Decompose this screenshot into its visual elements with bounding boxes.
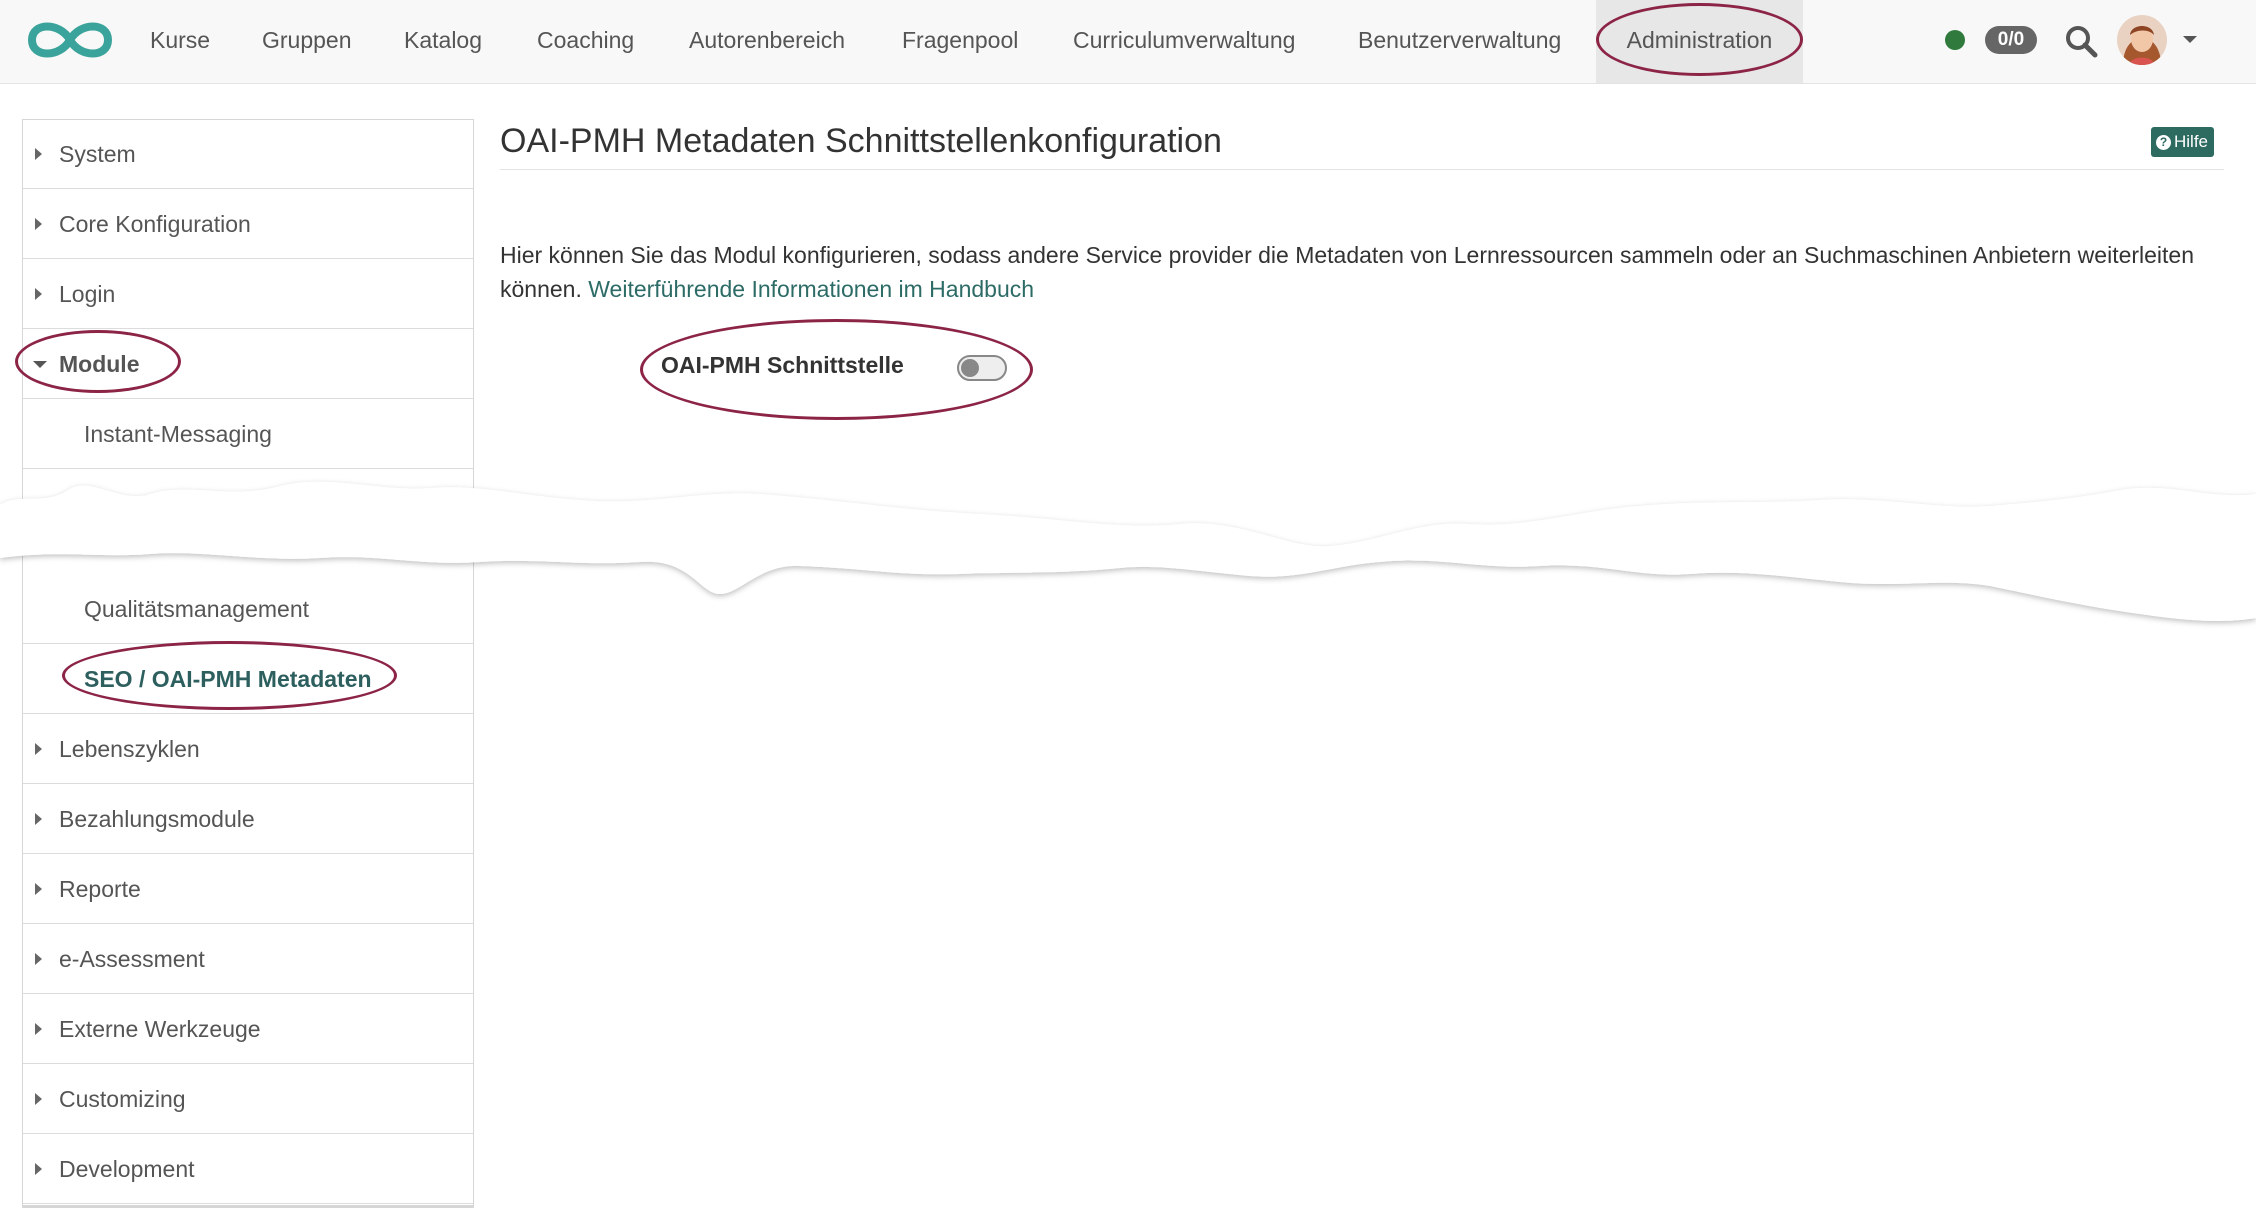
sidebar-item-module[interactable]: Module [23, 330, 473, 399]
caret-right-icon [35, 883, 42, 895]
user-avatar-icon[interactable] [2117, 15, 2167, 65]
caret-right-icon [35, 813, 42, 825]
sidebar-item-development[interactable]: Development [23, 1135, 473, 1204]
sidebar-item-label: System [59, 141, 136, 167]
admin-sidebar: System Core Konfiguration Login Module I… [22, 119, 474, 1208]
sidebar-item-label: SEO / OAI-PMH Metadaten [84, 666, 372, 692]
sidebar-item-e-assessment[interactable]: e-Assessment [23, 925, 473, 994]
toggle-knob [961, 359, 979, 377]
nav-fragenpool[interactable]: Fragenpool [902, 0, 1018, 83]
caret-right-icon [35, 288, 42, 300]
sidebar-item-label: Bezahlungsmodule [59, 806, 255, 832]
caret-right-icon [35, 1163, 42, 1175]
help-icon: ? [2156, 135, 2171, 150]
caret-right-icon [35, 1093, 42, 1105]
nav-administration[interactable]: Administration [1596, 0, 1803, 83]
chat-badge[interactable]: 0/0 [1985, 26, 2037, 54]
caret-right-icon [35, 218, 42, 230]
nav-kurse[interactable]: Kurse [150, 0, 210, 83]
sidebar-item-label: Lebenszyklen [59, 736, 200, 762]
module-description: Hier können Sie das Modul konfigurieren,… [500, 238, 2220, 306]
sidebar-item-label: Module [59, 351, 140, 377]
sidebar-item-reporte[interactable]: Reporte [23, 855, 473, 924]
sidebar-item-core-konfiguration[interactable]: Core Konfiguration [23, 190, 473, 259]
nav-autorenbereich[interactable]: Autorenbereich [689, 0, 845, 83]
sidebar-item-label: Customizing [59, 1086, 186, 1112]
caret-down-icon[interactable] [2183, 36, 2197, 43]
oai-pmh-toggle[interactable] [957, 355, 1007, 381]
nav-coaching[interactable]: Coaching [537, 0, 634, 83]
nav-gruppen[interactable]: Gruppen [262, 0, 352, 83]
oai-pmh-toggle-label: OAI-PMH Schnittstelle [661, 352, 904, 378]
sidebar-item-login[interactable]: Login [23, 260, 473, 329]
sidebar-item-label: e-Assessment [59, 946, 205, 972]
sidebar-item-lebenszyklen[interactable]: Lebenszyklen [23, 715, 473, 784]
caret-right-icon [35, 743, 42, 755]
help-label: Hilfe [2174, 132, 2209, 151]
sidebar-item-customizing[interactable]: Customizing [23, 1065, 473, 1134]
caret-right-icon [35, 148, 42, 160]
nav-curriculumverwaltung[interactable]: Curriculumverwaltung [1073, 0, 1295, 83]
openolat-infinity-logo-icon[interactable] [24, 14, 116, 66]
sidebar-item-label: Development [59, 1156, 195, 1182]
sidebar-item-label: Externe Werkzeuge [59, 1016, 261, 1042]
top-navigation-bar: Kurse Gruppen Katalog Coaching Autorenbe… [0, 0, 2256, 84]
torn-edge-divider [0, 481, 2256, 621]
sidebar-item-bezahlungsmodule[interactable]: Bezahlungsmodule [23, 785, 473, 854]
caret-down-icon [33, 361, 47, 368]
sidebar-item-label: Login [59, 281, 116, 307]
sidebar-item-instant-messaging[interactable]: Instant-Messaging [23, 400, 473, 469]
page-title: OAI-PMH Metadaten Schnittstellenkonfigur… [500, 122, 1222, 160]
caret-right-icon [35, 953, 42, 965]
sidebar-item-system[interactable]: System [23, 120, 473, 189]
sidebar-item-seo-oai-pmh[interactable]: SEO / OAI-PMH Metadaten [23, 645, 473, 714]
sidebar-item-externe-werkzeuge[interactable]: Externe Werkzeuge [23, 995, 473, 1064]
title-divider [500, 169, 2224, 170]
nav-katalog[interactable]: Katalog [404, 0, 482, 83]
sidebar-item-label: Reporte [59, 876, 141, 902]
search-icon[interactable] [2064, 24, 2098, 58]
handbook-link[interactable]: Weiterführende Informationen im Handbuch [588, 276, 1034, 302]
nav-benutzerverwaltung[interactable]: Benutzerverwaltung [1358, 0, 1561, 83]
sidebar-item-label: Core Konfiguration [59, 211, 251, 237]
caret-right-icon [35, 1023, 42, 1035]
help-button[interactable]: ? Hilfe [2151, 127, 2215, 157]
online-status-icon[interactable] [1945, 30, 1965, 50]
sidebar-item-label: Instant-Messaging [84, 421, 272, 447]
